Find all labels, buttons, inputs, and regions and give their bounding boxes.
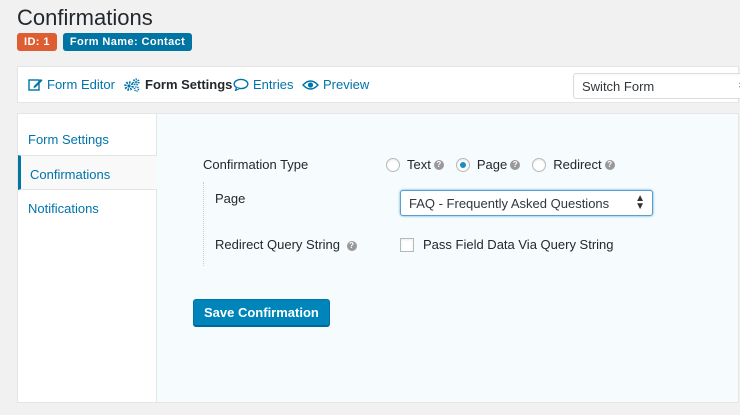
radio-page-circle[interactable]	[455, 157, 470, 172]
eye-icon	[302, 79, 319, 91]
confirmation-type-label: Confirmation Type	[203, 157, 309, 172]
page-select[interactable]: FAQ - Frequently Asked Questions ▲ ▼	[400, 190, 653, 216]
sidebar-item-label: Form Settings	[28, 132, 109, 147]
radio-page-label: Page	[476, 157, 508, 172]
form-settings-label: Form Settings	[145, 77, 233, 92]
sidebar-item-label: Notifications	[28, 201, 99, 216]
edit-icon	[28, 78, 43, 91]
sidebar-item-form-settings[interactable]: Form Settings	[18, 121, 156, 156]
radio-redirect-label: Redirect	[553, 157, 602, 172]
form-editor-link[interactable]: Form Editor	[28, 77, 115, 92]
save-confirmation-button[interactable]: Save Confirmation	[193, 299, 330, 326]
page-select-value: FAQ - Frequently Asked Questions	[409, 196, 610, 211]
page-title: Confirmations	[17, 5, 153, 30]
sidebar-item-label: Confirmations	[30, 167, 111, 182]
help-icon[interactable]: ?	[346, 240, 357, 251]
form-settings-link[interactable]: Form Settings	[123, 77, 232, 92]
switch-form-select[interactable]: Switch Form ▲▼	[573, 73, 740, 99]
form-badges: ID: 1 Form Name: Contact	[17, 33, 193, 51]
sidebar-item-notifications[interactable]: Notifications	[18, 190, 156, 225]
settings-panel: Form Settings Confirmations Notification…	[17, 113, 739, 403]
radio-text[interactable]: Text ?	[386, 157, 444, 172]
confirmation-content: Confirmation Type Text ? Page ? Redirect…	[156, 114, 738, 402]
select-arrows-icon: ▲▼	[635, 193, 645, 212]
preview-link[interactable]: Preview	[302, 77, 369, 92]
radio-redirect-circle[interactable]	[532, 157, 547, 172]
help-icon[interactable]: ?	[604, 159, 615, 170]
page-subsection-divider	[203, 182, 204, 266]
help-icon[interactable]: ?	[433, 159, 444, 170]
confirmation-type-radios: Text ? Page ? Redirect ?	[386, 157, 627, 172]
form-editor-label: Form Editor	[47, 77, 115, 92]
preview-label: Preview	[323, 77, 370, 92]
gears-icon	[123, 77, 141, 92]
switch-form-label: Switch Form	[582, 79, 655, 94]
redirect-query-string-row: Redirect Query String ?	[215, 237, 357, 252]
radio-page[interactable]: Page ?	[455, 157, 521, 172]
page-label: Page	[215, 191, 246, 206]
sidebar-item-confirmations[interactable]: Confirmations	[18, 155, 157, 190]
radio-redirect[interactable]: Redirect ?	[532, 157, 615, 172]
entries-link[interactable]: Entries	[233, 77, 293, 92]
pass-field-data-label: Pass Field Data Via Query String	[423, 237, 614, 252]
form-id-badge: ID: 1	[17, 33, 57, 51]
form-name-badge: Form Name: Contact	[62, 33, 193, 51]
pass-field-data-checkbox[interactable]	[400, 237, 414, 252]
speech-bubble-icon	[233, 78, 249, 91]
radio-text-label: Text	[407, 157, 431, 172]
entries-label: Entries	[253, 77, 294, 92]
help-icon[interactable]: ?	[510, 159, 521, 170]
pass-field-data-option[interactable]: Pass Field Data Via Query String	[400, 237, 614, 252]
settings-sidebar: Form Settings Confirmations Notification…	[18, 114, 157, 402]
form-toolbar: Form Editor Form Settings Entries Previe…	[17, 66, 740, 103]
radio-text-circle[interactable]	[386, 157, 400, 172]
redirect-query-string-label: Redirect Query String	[215, 237, 340, 252]
